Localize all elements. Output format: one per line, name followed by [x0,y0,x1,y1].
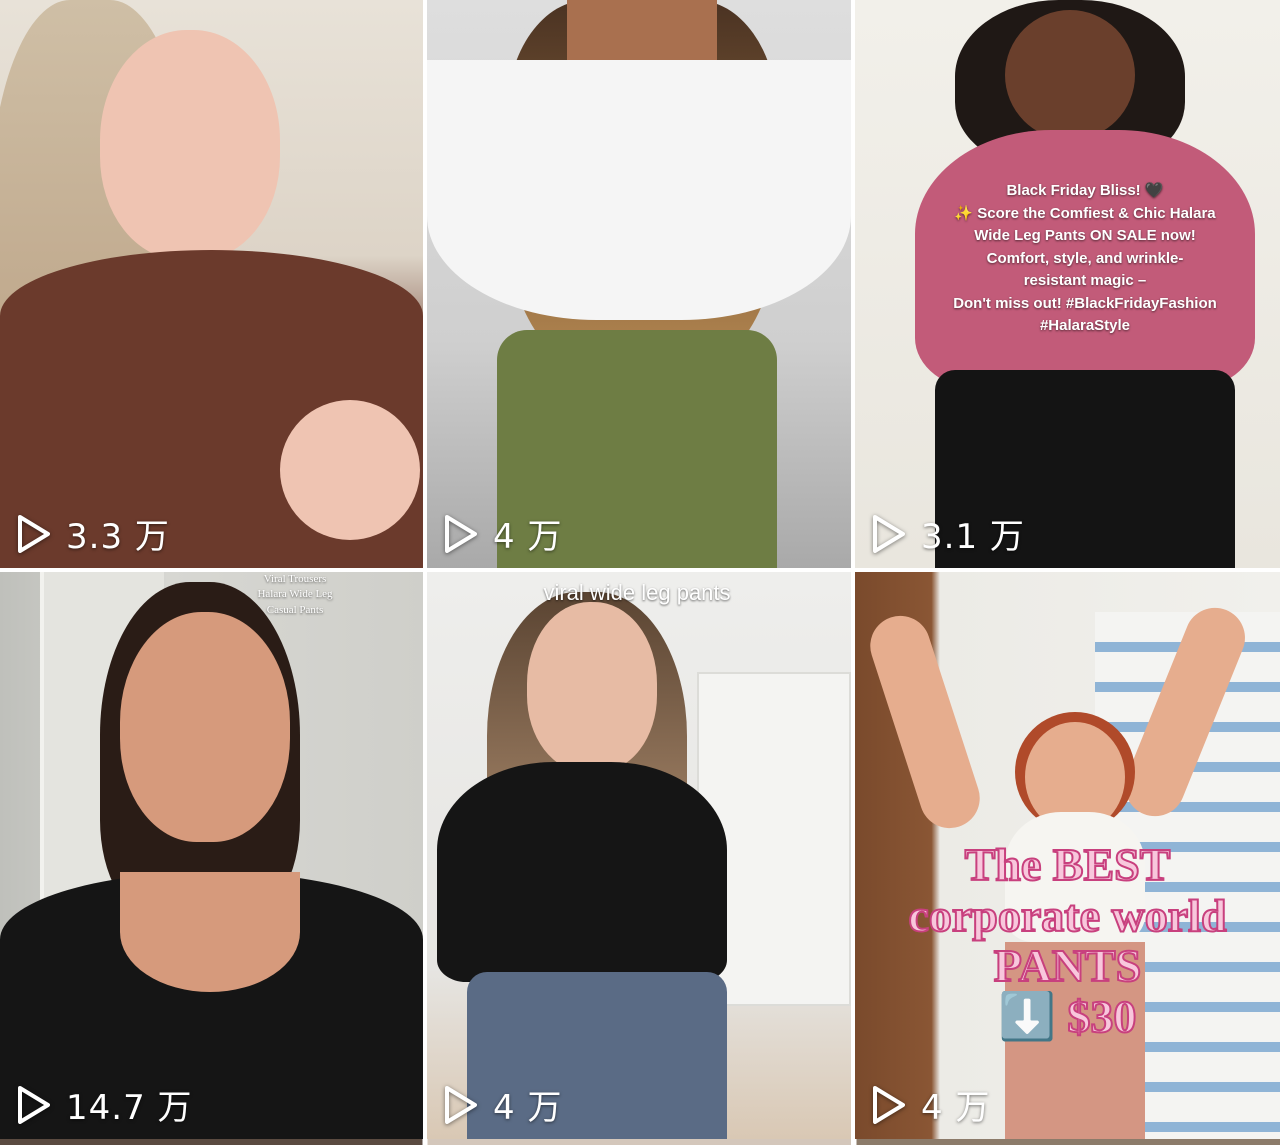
face [100,30,280,260]
video-grid: 3.3 万 4 万 Black Friday Bliss! 🖤 ✨ Score … [0,0,1280,1145]
view-count: 4 万 [443,1080,562,1129]
play-icon [18,514,50,553]
video-caption: Black Friday Bliss! 🖤 ✨ Score the Comfie… [953,182,1217,334]
play-icon [873,514,905,553]
view-count-text: 3.3 万 [66,517,170,557]
video-tile-6[interactable]: The BEST corporate world PANTS ⬇️ $30 4 … [855,572,1280,1139]
view-count-text: 3.1 万 [921,517,1025,557]
play-icon [445,1085,477,1124]
caption-line: corporate world [907,889,1227,941]
face [120,612,290,842]
view-count-text: 4 万 [921,1088,991,1128]
caption-line: Viral Trousers [263,573,327,585]
black-crop-top [437,762,727,982]
caption-line: ⬇️ $30 [998,990,1138,1042]
play-icon [873,1085,905,1124]
video-tile-3[interactable]: Black Friday Bliss! 🖤 ✨ Score the Comfie… [855,0,1280,568]
video-tile-4[interactable]: Viral Trousers Halara Wide Leg Casual Pa… [0,572,423,1139]
hand [280,400,420,540]
view-count-text: 4 万 [493,1088,563,1128]
neckline [120,872,300,992]
view-count: 3.1 万 [871,509,1025,558]
white-top [427,60,851,320]
view-count-text: 14.7 万 [66,1088,193,1128]
view-count-text: 4 万 [493,517,563,557]
video-caption: Viral Trousers Halara Wide Leg Casual Pa… [230,572,360,618]
view-count: 4 万 [871,1080,990,1129]
video-tile-2[interactable]: 4 万 [427,0,851,568]
video-tile-1[interactable]: 3.3 万 [0,0,423,568]
video-tile-5[interactable]: viral wide leg pants 4 万 [427,572,851,1139]
view-count: 14.7 万 [16,1080,193,1129]
video-caption: viral wide leg pants [543,580,731,605]
caption-line: PANTS [993,940,1142,992]
caption-line: Halara Wide Leg [257,588,333,601]
play-icon [445,514,477,553]
view-count: 4 万 [443,509,562,558]
face [527,602,657,772]
play-icon [18,1085,50,1124]
caption-line: The BEST [964,838,1172,890]
next-row-edge [0,1139,1280,1145]
face [1005,10,1135,140]
caption-line: Casual Pants [266,603,324,616]
video-caption: The BEST corporate world PANTS ⬇️ $30 [855,838,1280,1042]
view-count: 3.3 万 [16,509,170,558]
